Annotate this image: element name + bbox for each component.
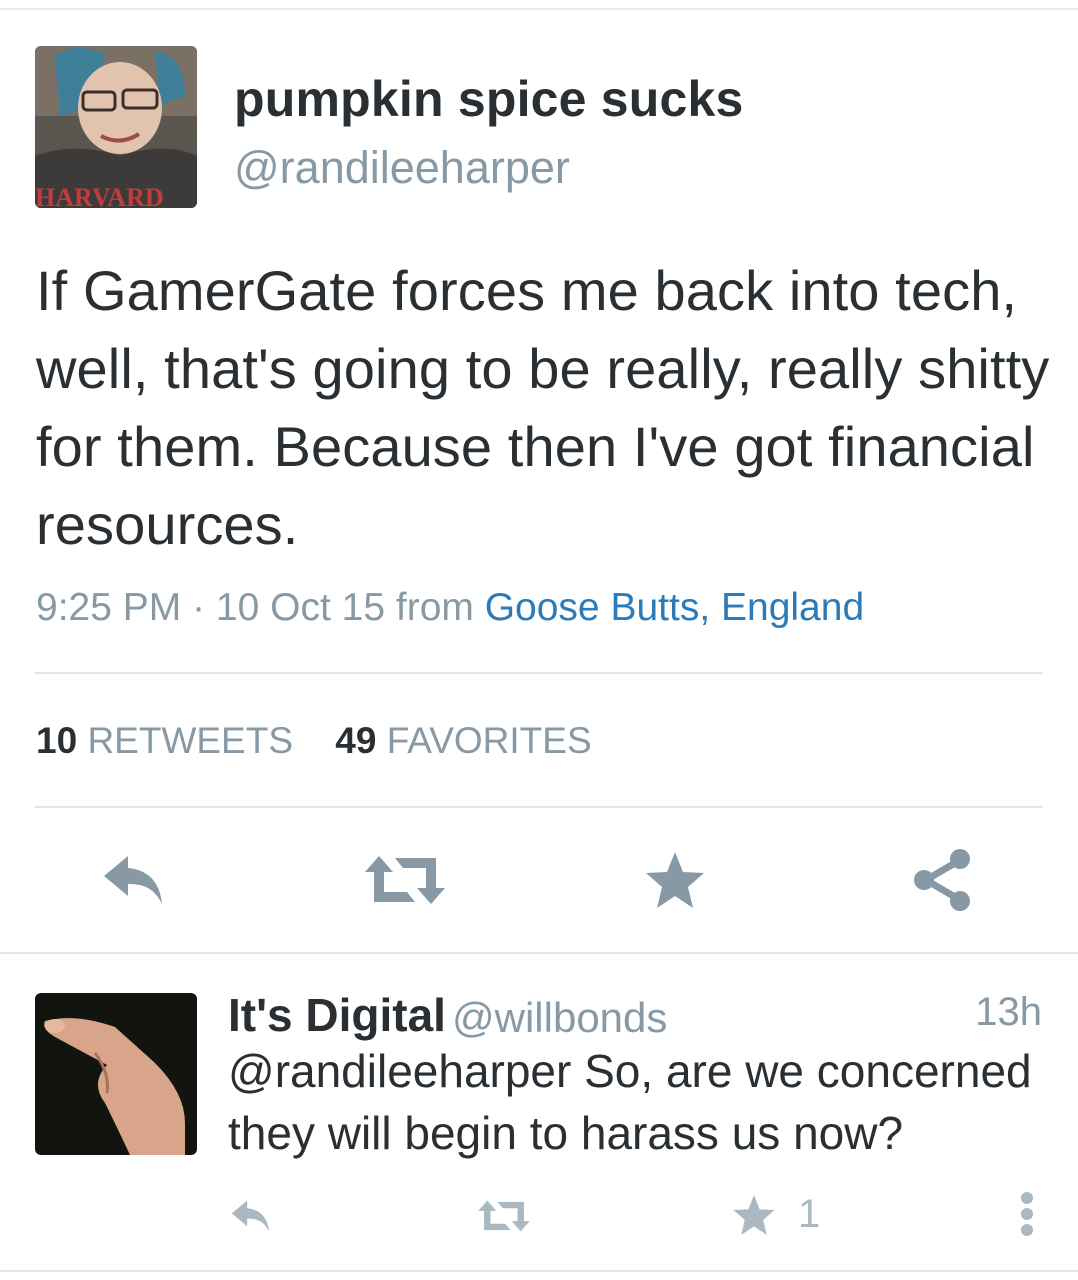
tweet-date: 10 Oct 15 [215, 586, 386, 629]
retweets-label[interactable]: RETWEETS [87, 720, 293, 761]
reply-icon [231, 1200, 269, 1232]
avatar[interactable]: HARVARD [35, 46, 197, 208]
reply-user-handle[interactable]: @willbonds [452, 994, 667, 1042]
share-button[interactable] [910, 846, 976, 914]
share-icon [914, 849, 970, 911]
location-link[interactable]: Goose Butts, England [485, 586, 864, 629]
reply-button[interactable] [98, 848, 170, 912]
more-button[interactable] [1014, 1188, 1040, 1240]
reply-avatar[interactable] [35, 993, 197, 1155]
reply-favorite-count: 1 [798, 1192, 821, 1236]
reply-reply-button[interactable] [226, 1196, 276, 1236]
user-handle[interactable]: @randileeharper [234, 142, 570, 194]
divider [35, 806, 1043, 808]
reply-timestamp: 13h [975, 990, 1042, 1034]
display-name[interactable]: pumpkin spice sucks [234, 70, 744, 128]
retweet-button[interactable] [362, 850, 448, 910]
retweet-icon [478, 1200, 530, 1232]
avatar-image: HARVARD [35, 46, 197, 208]
tweet-time: 9:25 PM [36, 586, 182, 629]
reply-display-name[interactable]: It's Digital [228, 988, 446, 1042]
from-label: from [395, 586, 474, 629]
top-divider [0, 8, 1078, 10]
reply-retweet-button[interactable] [474, 1196, 534, 1236]
favorite-button[interactable] [642, 848, 708, 912]
retweets-count[interactable]: 10 [36, 720, 77, 761]
reply-avatar-image [35, 993, 197, 1155]
reply-text: @randileeharper So, are we concerned the… [228, 1045, 1032, 1159]
more-icon [1021, 1192, 1033, 1236]
tweet-text: If GamerGate forces me back into tech, w… [36, 259, 1050, 556]
svg-text:HARVARD: HARVARD [35, 183, 164, 208]
favorites-count[interactable]: 49 [335, 720, 376, 761]
favorite-icon [733, 1195, 775, 1235]
retweet-icon [365, 856, 445, 904]
favorites-label[interactable]: FAVORITES [387, 720, 592, 761]
divider [35, 672, 1043, 674]
divider [0, 952, 1078, 954]
meta-separator: · [181, 586, 216, 629]
divider [0, 1270, 1078, 1272]
favorite-icon [646, 852, 704, 908]
tweet-stats: 10 RETWEETS 49 FAVORITES [36, 720, 624, 762]
reply-favorite-button[interactable] [730, 1192, 778, 1238]
reply-icon [104, 856, 162, 904]
tweet-meta: 9:25 PM · 10 Oct 15 from Goose Butts, En… [36, 586, 864, 630]
